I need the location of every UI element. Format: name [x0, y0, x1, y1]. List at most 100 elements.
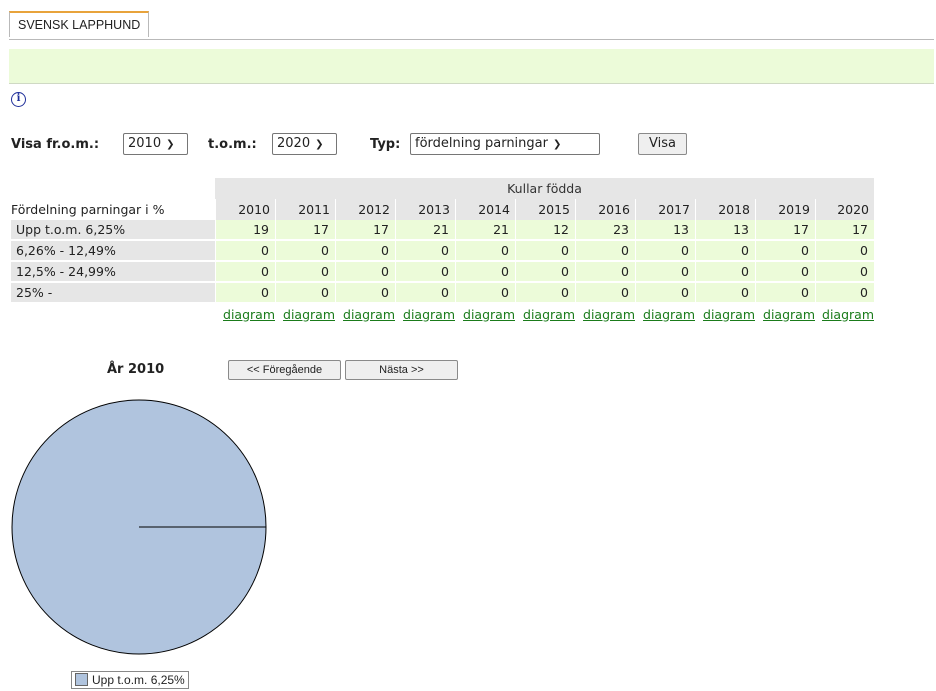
- message-panel: [9, 49, 934, 84]
- type-value: fördelning parningar: [415, 136, 548, 151]
- table-cell: 0: [395, 283, 455, 304]
- table-cell: 0: [215, 241, 275, 262]
- year-header: 2013: [395, 199, 455, 220]
- diagram-link-2019[interactable]: diagram: [763, 307, 815, 322]
- diagram-link-2017[interactable]: diagram: [643, 307, 695, 322]
- diagram-link-2013[interactable]: diagram: [403, 307, 455, 322]
- table-cell: 0: [755, 241, 815, 262]
- table-cell: 0: [275, 283, 335, 304]
- year-header: 2011: [275, 199, 335, 220]
- row-header: Fördelning parningar i %: [11, 202, 165, 217]
- to-year-select[interactable]: 2020 ❯: [272, 133, 337, 155]
- table-cell: 0: [755, 262, 815, 283]
- diagram-link-2012[interactable]: diagram: [343, 307, 395, 322]
- table-cell: 0: [695, 241, 755, 262]
- table-cell: 0: [455, 283, 515, 304]
- from-year-value: 2010: [128, 136, 162, 151]
- year-header: 2010: [215, 199, 275, 220]
- diagram-link-2015[interactable]: diagram: [523, 307, 575, 322]
- table-cell: 0: [575, 241, 635, 262]
- mating-distribution-table: Kullar födda Fördelning parningar i % 20…: [11, 178, 874, 324]
- from-label: Visa fr.o.m.:: [11, 137, 100, 152]
- chevron-down-icon: ❯: [552, 139, 562, 150]
- chevron-down-icon: ❯: [315, 139, 324, 150]
- link-row-spacer: [11, 304, 215, 324]
- year-header: 2016: [575, 199, 635, 220]
- info-icon[interactable]: i: [11, 92, 26, 107]
- table-cell: 0: [695, 262, 755, 283]
- chart-year-title: År 2010: [107, 362, 165, 377]
- legend-swatch: [75, 673, 88, 686]
- diagram-link-2018[interactable]: diagram: [703, 307, 755, 322]
- table-cell: 0: [575, 262, 635, 283]
- row-label: 12,5% - 24,99%: [11, 262, 215, 283]
- legend-label: Upp t.o.m. 6,25%: [92, 673, 185, 687]
- table-cell: 12: [515, 220, 575, 241]
- tab-svensk-lapphund[interactable]: SVENSK LAPPHUND: [9, 11, 150, 37]
- row-label: 25% -: [11, 283, 215, 304]
- table-cell: 17: [275, 220, 335, 241]
- table-cell: 19: [215, 220, 275, 241]
- table-cell: 13: [695, 220, 755, 241]
- to-label: t.o.m.:: [208, 137, 257, 152]
- year-header: 2018: [695, 199, 755, 220]
- table-cell: 0: [515, 283, 575, 304]
- table-cell: 0: [335, 262, 395, 283]
- table-cell: 0: [695, 283, 755, 304]
- table-cell: 17: [335, 220, 395, 241]
- previous-button[interactable]: << Föregående: [228, 360, 341, 380]
- row-label: Upp t.o.m. 6,25%: [11, 220, 215, 241]
- table-row: Upp t.o.m. 6,25% 19 17 17 21 21 12 23 13…: [11, 220, 874, 241]
- group-header: Kullar födda: [215, 178, 874, 199]
- next-button[interactable]: Nästa >>: [345, 360, 458, 380]
- table-cell: 0: [215, 283, 275, 304]
- diagram-link-2014[interactable]: diagram: [463, 307, 515, 322]
- from-year-select[interactable]: 2010 ❯: [123, 133, 188, 155]
- to-year-value: 2020: [277, 136, 311, 151]
- table-row: 12,5% - 24,99% 0 0 0 0 0 0 0 0 0 0 0: [11, 262, 874, 283]
- table-cell: 0: [215, 262, 275, 283]
- table-cell: 0: [815, 283, 874, 304]
- diagram-link-2020[interactable]: diagram: [822, 307, 874, 322]
- table-cell: 0: [635, 241, 695, 262]
- year-header: 2012: [335, 199, 395, 220]
- table-cell: 0: [515, 241, 575, 262]
- table-cell: 0: [395, 262, 455, 283]
- diagram-link-2011[interactable]: diagram: [283, 307, 335, 322]
- year-header: 2020: [815, 199, 874, 220]
- row-label: 6,26% - 12,49%: [11, 241, 215, 262]
- table-cell: 0: [335, 241, 395, 262]
- table-cell: 23: [575, 220, 635, 241]
- type-label: Typ:: [370, 137, 401, 152]
- table-row: 6,26% - 12,49% 0 0 0 0 0 0 0 0 0 0 0: [11, 241, 874, 262]
- tab-strip: SVENSK LAPPHUND: [9, 11, 934, 40]
- table-cell: 0: [515, 262, 575, 283]
- table-cell: 0: [395, 241, 455, 262]
- table-cell: 0: [635, 283, 695, 304]
- table-cell: 21: [395, 220, 455, 241]
- table-cell: 0: [275, 262, 335, 283]
- table-corner: [11, 178, 215, 199]
- show-button[interactable]: Visa: [638, 133, 687, 155]
- table-cell: 0: [575, 283, 635, 304]
- diagram-link-row: diagram diagram diagram diagram diagram …: [11, 304, 874, 324]
- diagram-link-2016[interactable]: diagram: [583, 307, 635, 322]
- table-cell: 0: [755, 283, 815, 304]
- table-cell: 21: [455, 220, 515, 241]
- year-header: 2015: [515, 199, 575, 220]
- table-cell: 17: [815, 220, 874, 241]
- table-cell: 0: [335, 283, 395, 304]
- table-cell: 17: [755, 220, 815, 241]
- chevron-down-icon: ❯: [166, 139, 175, 150]
- table-cell: 13: [635, 220, 695, 241]
- year-header: 2019: [755, 199, 815, 220]
- pie-chart: [11, 399, 267, 655]
- year-header: 2017: [635, 199, 695, 220]
- table-cell: 0: [275, 241, 335, 262]
- table-cell: 0: [455, 262, 515, 283]
- table-cell: 0: [455, 241, 515, 262]
- diagram-link-2010[interactable]: diagram: [223, 307, 275, 322]
- type-select[interactable]: fördelning parningar ❯: [410, 133, 600, 155]
- table-cell: 0: [635, 262, 695, 283]
- chart-legend: Upp t.o.m. 6,25%: [71, 671, 189, 689]
